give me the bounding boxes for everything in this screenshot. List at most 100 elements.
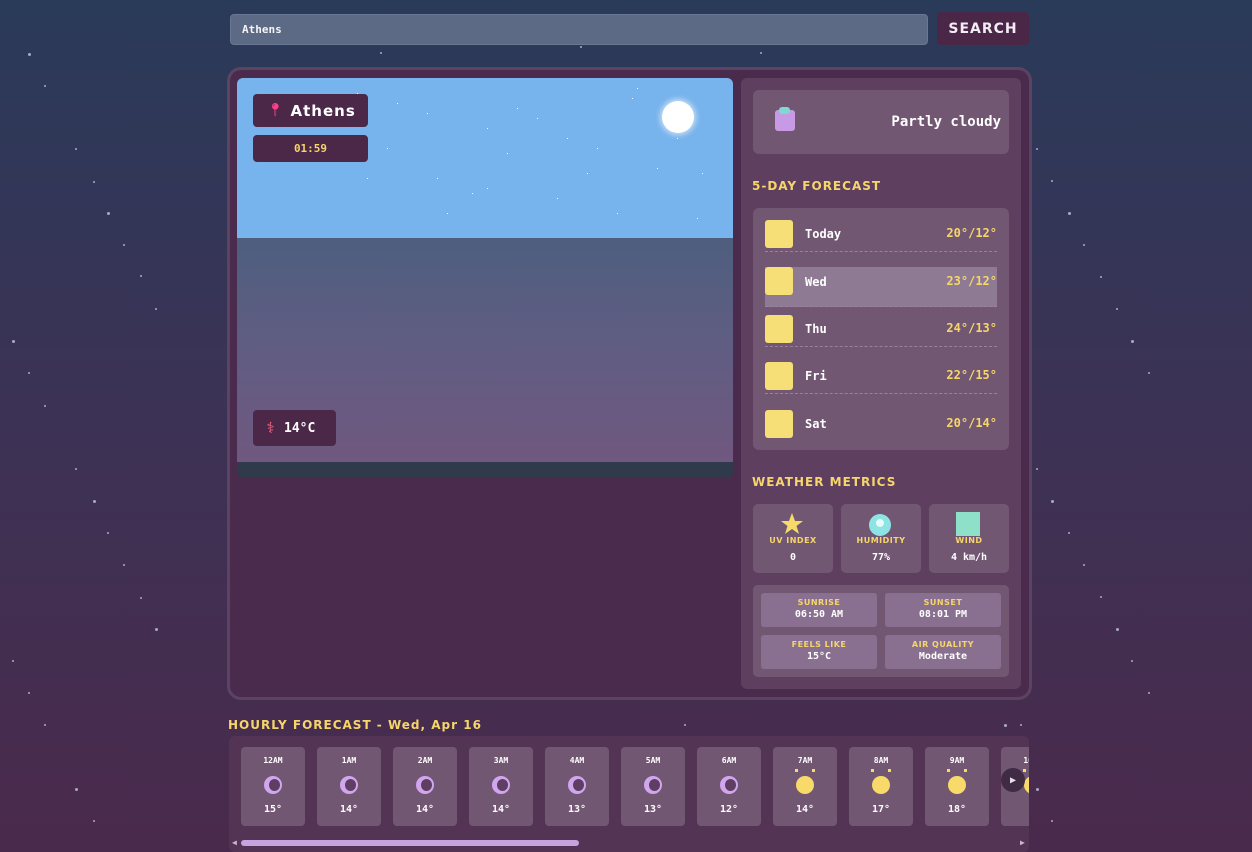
hourly-card[interactable]: 7AM 14° xyxy=(773,747,837,826)
feels-like-box: FEELS LIKE 15°C xyxy=(761,635,877,669)
search-button[interactable]: SEARCH xyxy=(937,12,1029,45)
uv-index-value: 0 xyxy=(789,552,797,563)
ground-edge xyxy=(237,462,733,478)
scroll-next-button[interactable]: ▶ xyxy=(1001,768,1025,792)
wind-value: 4 km/h xyxy=(950,552,988,563)
hourly-card[interactable]: 4AM 13° xyxy=(545,747,609,826)
humidity-card: HUMIDITY 77% xyxy=(841,504,921,573)
hour-time: 6AM xyxy=(721,756,737,765)
hour-temperature: 17° xyxy=(871,804,891,815)
forecast-day: Fri xyxy=(805,369,827,383)
condition-text: Partly cloudy xyxy=(891,114,1001,130)
hour-temperature: 14° xyxy=(339,804,359,815)
forecast-temps: 20°/14° xyxy=(946,416,997,430)
forecast-day: Thu xyxy=(805,322,827,336)
hourly-card[interactable]: 3AM 14° xyxy=(469,747,533,826)
forecast-title: 5-DAY FORECAST xyxy=(752,179,882,193)
forecast-row[interactable]: Sat 20°/14° xyxy=(765,398,997,438)
hourly-card[interactable]: 6AM 12° xyxy=(697,747,761,826)
forecast-row[interactable]: Today 20°/12° xyxy=(765,208,997,252)
forecast-row[interactable]: Fri 22°/15° xyxy=(765,350,997,394)
forecast-day: Wed xyxy=(805,275,827,289)
hour-time: 7AM xyxy=(797,756,813,765)
temperature-chip: ⚕ 14°C xyxy=(253,410,336,446)
hourly-title: HOURLY FORECAST - Wed, Apr 16 xyxy=(228,718,482,732)
moon-icon xyxy=(340,776,358,794)
hourly-card[interactable]: 8AM 17° xyxy=(849,747,913,826)
hourly-card[interactable]: 5AM 13° xyxy=(621,747,685,826)
hour-temperature: 18° xyxy=(947,804,967,815)
hour-time: 2AM xyxy=(417,756,433,765)
moon-icon xyxy=(644,776,662,794)
sunny-icon xyxy=(765,315,793,343)
hourly-forecast-strip[interactable]: 12AM 15° 1AM 14° 2AM 14° 3AM 14° 4AM 13° 5AM 13° 6AM… xyxy=(229,736,1029,852)
partly-cloudy-icon xyxy=(775,107,795,131)
sunny-icon xyxy=(765,220,793,248)
hour-time: 3AM xyxy=(493,756,509,765)
hour-time: 10AM xyxy=(1023,756,1029,765)
forecast-day: Sat xyxy=(805,417,827,431)
droplet-icon xyxy=(869,514,891,536)
hour-temperature: 14° xyxy=(491,804,511,815)
location-chip: 📍︎ Athens xyxy=(253,94,368,127)
time-chip: 01:59 xyxy=(253,135,368,162)
location-name: Athens xyxy=(290,101,356,120)
sun-icon xyxy=(871,769,891,794)
hour-time: 1AM xyxy=(341,756,357,765)
hour-temperature: 13° xyxy=(643,804,663,815)
hour-time: 9AM xyxy=(949,756,965,765)
forecast-list: Today 20°/12° Wed 23°/12° Thu 24°/13° Fr… xyxy=(753,208,1009,450)
sun-icon xyxy=(795,769,815,794)
metrics-title: WEATHER METRICS xyxy=(752,475,897,489)
hourly-card[interactable]: 9AM 18° xyxy=(925,747,989,826)
sunny-icon xyxy=(765,410,793,438)
humidity-value: 77% xyxy=(871,552,891,563)
air-quality-box: AIR QUALITY Moderate xyxy=(885,635,1001,669)
sun-icon xyxy=(947,769,967,794)
hour-time: 5AM xyxy=(645,756,661,765)
moon-icon xyxy=(568,776,586,794)
forecast-temps: 24°/13° xyxy=(946,321,997,335)
star-icon xyxy=(781,513,803,534)
feels-like-value: 15°C xyxy=(806,651,832,662)
scroll-right-arrow-icon[interactable]: ▶ xyxy=(1020,838,1025,847)
hour-temperature: 14° xyxy=(795,804,815,815)
sunrise-box: SUNRISE 06:50 AM xyxy=(761,593,877,627)
hourly-card[interactable]: 2AM 14° xyxy=(393,747,457,826)
sunset-box: SUNSET 08:01 PM xyxy=(885,593,1001,627)
feels-like-label: FEELS LIKE xyxy=(791,640,847,649)
wind-label: WIND xyxy=(955,536,983,545)
hourly-card[interactable]: 1AM 14° xyxy=(317,747,381,826)
divider xyxy=(765,306,997,307)
local-time: 01:59 xyxy=(293,142,328,155)
forecast-day: Today xyxy=(805,227,842,241)
scroll-left-arrow-icon[interactable]: ◀ xyxy=(232,838,237,847)
moon-icon xyxy=(492,776,510,794)
hour-temperature: 13° xyxy=(567,804,587,815)
air-quality-value: Moderate xyxy=(918,651,968,662)
sunny-icon xyxy=(765,267,793,295)
hourly-card[interactable]: 12AM 15° xyxy=(241,747,305,826)
divider xyxy=(765,346,997,347)
sunset-label: SUNSET xyxy=(923,598,963,607)
forecast-row[interactable]: Thu 24°/13° xyxy=(765,303,997,347)
wind-icon xyxy=(956,512,980,536)
search-input[interactable] xyxy=(230,14,928,45)
divider xyxy=(765,251,997,252)
current-temperature: 14°C xyxy=(284,420,316,436)
sunrise-label: SUNRISE xyxy=(797,598,841,607)
sun-icon xyxy=(662,101,694,133)
thermometer-icon: ⚕ xyxy=(266,419,276,437)
forecast-row-selected[interactable]: Wed 23°/12° xyxy=(765,267,997,307)
hour-temperature: 14° xyxy=(415,804,435,815)
hour-time: 8AM xyxy=(873,756,889,765)
location-pin-icon: 📍︎ xyxy=(267,103,284,118)
moon-icon xyxy=(264,776,282,794)
wind-card: WIND 4 km/h xyxy=(929,504,1009,573)
sunset-value: 08:01 PM xyxy=(918,609,968,620)
hour-time: 12AM xyxy=(263,756,283,765)
moon-icon xyxy=(416,776,434,794)
scrollbar-thumb[interactable] xyxy=(241,840,579,846)
uv-index-card: UV INDEX 0 xyxy=(753,504,833,573)
sunrise-value: 06:50 AM xyxy=(794,609,844,620)
